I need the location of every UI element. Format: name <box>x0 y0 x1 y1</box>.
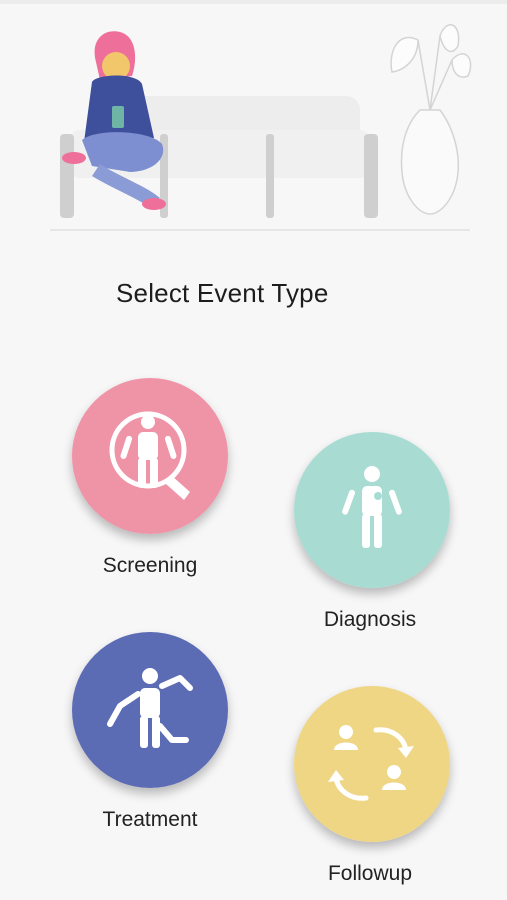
followup-circle <box>294 686 450 842</box>
people-cycle-arrows-icon <box>294 686 450 842</box>
diagnosis-label: Diagnosis <box>323 608 417 631</box>
followup-button[interactable] <box>294 686 450 842</box>
plant-vase-illustration <box>390 24 472 215</box>
person-with-marker-icon <box>294 432 450 588</box>
screening-button[interactable] <box>72 378 228 534</box>
person-with-branches-icon <box>72 632 228 788</box>
followup-label: Followup <box>327 862 413 885</box>
woman-on-sofa-illustration <box>50 24 472 231</box>
treatment-button[interactable] <box>72 632 228 788</box>
diagnosis-button[interactable] <box>294 432 450 588</box>
treatment-label: Treatment <box>102 808 198 831</box>
page-title: Select Event Type <box>116 278 329 308</box>
screening-label: Screening <box>102 554 198 577</box>
person-magnifier-icon <box>72 378 228 534</box>
